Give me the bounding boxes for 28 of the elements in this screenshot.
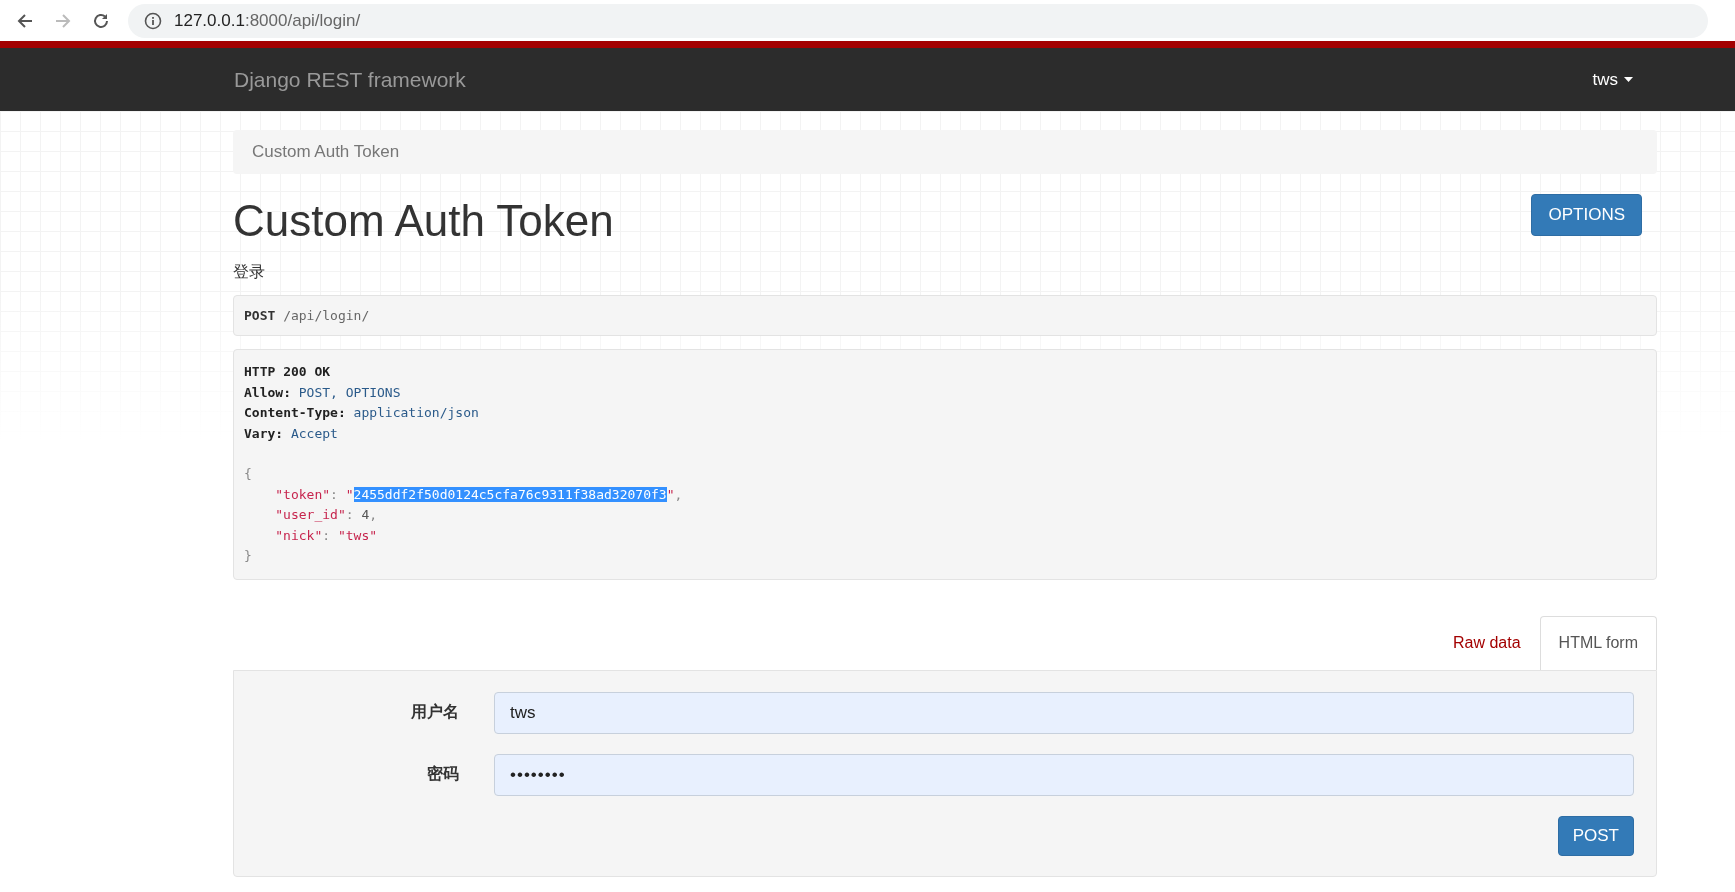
username-field[interactable]: tws bbox=[494, 691, 1634, 734]
brand-link[interactable]: Django REST framework bbox=[234, 67, 466, 92]
code-line: HTTP 200 OK bbox=[244, 363, 332, 381]
tab[interactable]: Raw data bbox=[1434, 615, 1540, 670]
post-button[interactable]: POST bbox=[1557, 815, 1634, 856]
url-text: 127.0.0.1:8000/api/login/ bbox=[174, 10, 361, 31]
reload-icon bbox=[92, 11, 110, 30]
code-line: { bbox=[244, 465, 253, 483]
tab[interactable]: HTML form bbox=[1539, 615, 1657, 670]
code-line: } bbox=[244, 547, 253, 565]
caret-icon bbox=[1624, 76, 1633, 83]
page-title: Custom Auth Token bbox=[233, 196, 614, 246]
description: 登录 bbox=[233, 262, 266, 282]
options-button[interactable]: OPTIONS bbox=[1531, 194, 1642, 236]
code-line: Allow: POST, OPTIONS bbox=[244, 383, 402, 402]
forward-arrow-icon bbox=[54, 11, 72, 30]
breadcrumb-item[interactable]: Custom Auth Token bbox=[252, 142, 400, 161]
user-menu[interactable]: tws bbox=[1586, 68, 1639, 91]
field-label: 用户名 bbox=[410, 702, 460, 722]
code-line: Content-Type: application/json bbox=[244, 404, 480, 422]
password-field[interactable]: •••••••• bbox=[494, 753, 1634, 796]
code-line: "user_id": 4, bbox=[274, 506, 379, 524]
address-bar[interactable]: 127.0.0.1:8000/api/login/ bbox=[128, 3, 1708, 38]
back-arrow-icon bbox=[16, 11, 34, 30]
field-label: 密码 bbox=[426, 764, 460, 784]
code-line: Vary: Accept bbox=[244, 424, 339, 443]
info-icon bbox=[144, 11, 162, 30]
code-line: "nick": "tws" bbox=[274, 526, 379, 545]
